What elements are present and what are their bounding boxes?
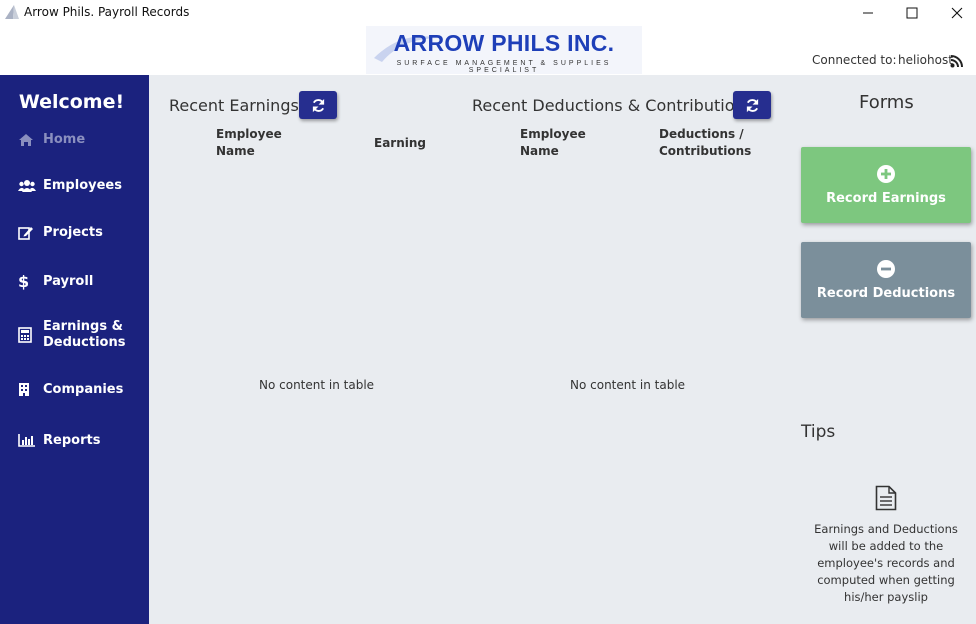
deductions-empty-message: No content in table [570,378,686,392]
sidebar-item-label: Payroll [43,274,94,289]
sidebar-item-payroll[interactable]: $ Payroll [18,272,93,291]
sidebar-item-label: Projects [43,225,103,240]
logo-tagline: SURFACE MANAGEMENT & SUPPLIES SPECIALIST [396,60,612,74]
col-deductions-contributions: Deductions / Contributions [659,127,752,158]
refresh-icon [746,98,758,112]
sidebar-item-earnings-deductions[interactable]: Earnings & Deductions [18,319,133,351]
maximize-button[interactable] [889,0,935,26]
sidebar-item-label: Employees [43,178,122,193]
plus-circle-icon [801,165,971,183]
sidebar-item-employees[interactable]: Employees [18,178,122,193]
sidebar-item-label: Reports [43,433,101,448]
record-deductions-button[interactable]: Record Deductions [801,242,971,318]
minimize-button[interactable] [845,0,891,26]
sidebar-item-home[interactable]: Home [18,132,85,147]
refresh-icon [312,98,324,112]
host-name: heliohost [898,53,953,67]
app-icon [4,4,20,24]
earnings-empty-message: No content in table [259,378,375,392]
maximize-icon [906,7,918,19]
record-earnings-button[interactable]: Record Earnings [801,147,971,223]
app-header: ARROW PHILS INC. SURFACE MANAGEMENT & SU… [0,26,976,75]
sidebar-item-label: Home [43,132,86,147]
col-employee-name: Employee Name [216,127,282,158]
minimize-icon [863,12,873,14]
forms-title: Forms [859,92,914,113]
main-content: Recent Earnings Employee Name Earning No… [149,75,976,624]
sidebar: Welcome! Home Employees Projects $ Payro… [0,75,149,624]
home-icon [18,133,38,147]
record-earnings-label: Record Earnings [826,191,946,206]
company-logo: ARROW PHILS INC. SURFACE MANAGEMENT & SU… [366,26,642,74]
welcome-heading: Welcome! [18,91,125,113]
building-icon [18,382,38,397]
edit-icon [18,226,38,240]
recent-deductions-title: Recent Deductions & Contributions [472,96,753,115]
sidebar-item-label: Earnings & Deductions [43,319,126,350]
refresh-deductions-button[interactable] [733,91,771,119]
connected-label: Connected to: [812,53,897,67]
close-icon [951,7,963,19]
tips-title: Tips [801,422,836,442]
logo-title: ARROW PHILS INC. [393,30,615,56]
sidebar-item-projects[interactable]: Projects [18,225,103,240]
window-title: Arrow Phils. Payroll Records [24,5,190,19]
col-earning: Earning [374,136,427,150]
dollar-icon: $ [18,272,30,291]
sidebar-item-reports[interactable]: Reports [18,433,100,448]
document-icon [875,485,897,515]
tips-text: Earnings and Deductions will be added to… [814,522,958,604]
record-deductions-label: Record Deductions [816,286,956,301]
users-icon [18,179,38,193]
bar-chart-icon [18,434,38,447]
minus-circle-icon [801,260,971,278]
close-button[interactable] [934,0,976,26]
sidebar-item-companies[interactable]: Companies [18,382,123,397]
window-titlebar: Arrow Phils. Payroll Records [0,0,976,26]
calculator-icon [18,327,38,343]
sidebar-item-label: Companies [43,382,124,397]
rss-icon [950,53,963,72]
refresh-earnings-button[interactable] [299,91,337,119]
recent-earnings-title: Recent Earnings [169,96,299,115]
col-employee-name: Employee Name [520,127,586,158]
